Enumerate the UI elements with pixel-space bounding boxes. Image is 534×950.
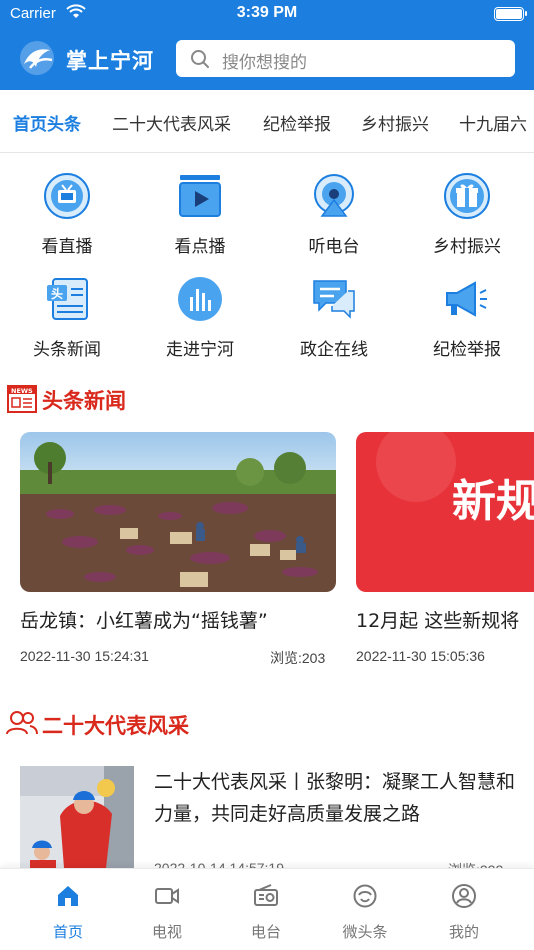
nav-profile[interactable]: 我的 [424, 883, 504, 942]
radio-set-icon [254, 884, 278, 906]
app-name: 掌上宁河 [66, 49, 154, 73]
people-icon [6, 711, 38, 735]
tab-deputies[interactable]: 二十大代表风采 [112, 110, 231, 135]
tab-discipline-report[interactable]: 纪检举报 [263, 110, 331, 135]
worker-photo [20, 766, 134, 868]
grid-discipline-report[interactable]: 纪检举报 [407, 275, 527, 360]
nav-label: 电视 [151, 923, 182, 941]
grid-headline-news[interactable]: 头 头条新闻 [7, 275, 127, 360]
svg-text:新规: 新规 [452, 476, 534, 527]
grid-live-tv[interactable]: 看直播 [7, 172, 127, 257]
news-card-date: 2022-11-30 15:05:36 [356, 648, 485, 664]
home-icon [58, 886, 78, 906]
grid-label: 走进宁河 [166, 340, 234, 360]
tab-headlines[interactable]: 首页头条 [13, 110, 81, 135]
search-placeholder: 搜你想搜的 [222, 53, 307, 73]
status-time: 3:39 PM [236, 4, 298, 21]
deputy-article-thumbnail[interactable] [20, 766, 134, 868]
search-bar[interactable]: 搜你想搜的 [176, 40, 515, 77]
tab-19th-plenum[interactable]: 十九届六 [459, 110, 527, 135]
new-rules-banner: 新规 [356, 432, 534, 592]
status-bar: Carrier 3:39 PM [0, 0, 534, 30]
grid-radio[interactable]: 听电台 [274, 172, 394, 257]
nav-home[interactable]: 首页 [28, 883, 108, 942]
chat-icon [313, 280, 355, 319]
tv-icon [44, 173, 90, 219]
nav-label: 微头条 [342, 923, 388, 941]
headline-news-icon: 头 [47, 278, 88, 320]
grid-gov-online[interactable]: 政企在线 [274, 275, 394, 360]
grid-enter-ninghe[interactable]: 走进宁河 [140, 275, 260, 360]
svg-text:NEWS: NEWS [11, 387, 33, 395]
news-card-views: 浏览:203 [270, 650, 326, 666]
nav-radio[interactable]: 电台 [226, 883, 306, 942]
news-card-title[interactable]: 12月起 这些新规将 [356, 606, 534, 633]
grid-label: 看点播 [174, 237, 226, 257]
svg-text:头: 头 [51, 286, 63, 301]
search-icon [191, 50, 209, 68]
megaphone-icon [446, 281, 487, 317]
top-bar: Carrier 3:39 PM 掌上宁河 搜你想搜的 [0, 0, 534, 90]
app-logo-icon [20, 41, 54, 75]
news-card-image[interactable]: 新规 [356, 432, 534, 592]
nav-tv[interactable]: 电视 [127, 883, 207, 942]
profile-icon [452, 884, 476, 908]
bottom-tab-bar: 首页 电视 电台 微头条 我的 [0, 868, 534, 950]
gift-icon [444, 173, 490, 219]
news-card-image[interactable] [20, 432, 336, 592]
section-title-deputies: 二十大代表风采 [42, 714, 189, 738]
sweet-potato-field-photo [20, 432, 336, 592]
bar-chart-icon [178, 277, 222, 321]
micro-headline-icon [353, 884, 377, 908]
news-card-title[interactable]: 岳龙镇：小红薯成为“摇钱薯” [20, 606, 336, 633]
video-play-icon [179, 175, 221, 217]
news-badge-icon: NEWS [7, 385, 37, 413]
news-card-date: 2022-11-30 15:24:31 [20, 648, 149, 664]
grid-label: 听电台 [308, 237, 360, 257]
tab-rural-revitalization[interactable]: 乡村振兴 [361, 110, 429, 135]
grid-rural[interactable]: 乡村振兴 [407, 172, 527, 257]
nav-micro-headline[interactable]: 微头条 [325, 883, 405, 942]
grid-on-demand[interactable]: 看点播 [140, 172, 260, 257]
section-title-news: 头条新闻 [42, 389, 126, 413]
nav-label: 首页 [52, 923, 83, 941]
radio-icon [314, 174, 354, 217]
grid-label: 看直播 [41, 237, 93, 257]
grid-label: 纪检举报 [433, 340, 501, 360]
category-tabs: 首页头条 二十大代表风采 纪检举报 乡村振兴 十九届六 [0, 90, 534, 153]
tv-camera-icon [155, 888, 179, 904]
grid-label: 乡村振兴 [433, 237, 501, 257]
deputy-article-title[interactable]: 二十大代表风采丨张黎明：凝聚工人智慧和力量，共同走好高质量发展之路 [154, 766, 516, 830]
nav-label: 电台 [250, 923, 281, 941]
battery-icon [494, 7, 527, 21]
nav-label: 我的 [448, 923, 479, 941]
grid-label: 政企在线 [300, 340, 368, 360]
grid-label: 头条新闻 [33, 340, 101, 360]
